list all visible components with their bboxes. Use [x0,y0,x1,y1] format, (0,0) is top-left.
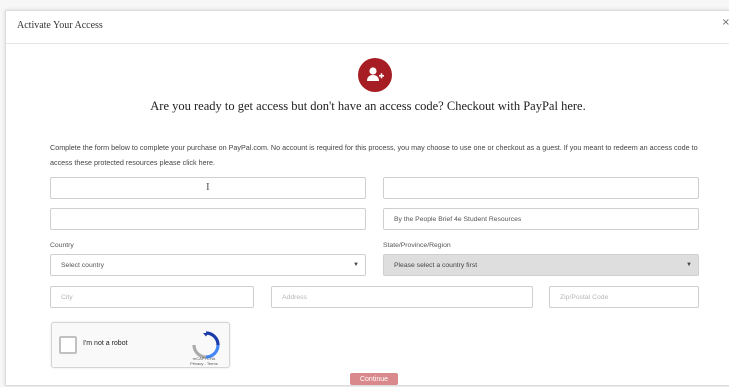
city-input[interactable]: City [50,286,254,308]
recaptcha-checkbox[interactable] [59,336,77,354]
address-input[interactable]: Address [271,286,533,308]
email-input[interactable] [50,208,366,230]
modal-title: Activate Your Access [17,20,103,31]
country-select[interactable]: Select country ▼ [50,254,366,276]
text-cursor: I [206,181,210,193]
zip-input[interactable]: Zip/Postal Code [549,286,699,308]
country-select-value: Select country [61,261,105,269]
state-select-value: Please select a country first [394,261,478,269]
add-user-icon [358,58,392,92]
product-field: By the People Brief 4e Student Resources [383,208,699,230]
state-label: State/Province/Region [383,242,451,249]
recaptcha-widget: I'm not a robot reCAPTCHA Privacy - Term… [51,322,230,368]
country-label: Country [50,242,74,249]
recaptcha-label: I'm not a robot [83,340,128,347]
page-headline: Are you ready to get access but don't ha… [150,99,586,113]
recaptcha-brand: reCAPTCHA Privacy - Terms [184,356,224,366]
recaptcha-links[interactable]: Privacy - Terms [184,361,224,366]
close-icon[interactable]: × [722,17,729,28]
intro-text: Complete the form below to complete your… [50,143,698,167]
chevron-down-icon: ▼ [686,262,692,268]
modal-header: Activate Your Access × [6,11,729,44]
chevron-down-icon: ▼ [353,262,359,268]
last-name-input[interactable] [383,177,699,199]
continue-button[interactable]: Continue [350,373,398,385]
activate-access-modal: Activate Your Access × Are you ready to … [5,10,729,386]
state-select[interactable]: Please select a country first ▼ [383,254,699,276]
